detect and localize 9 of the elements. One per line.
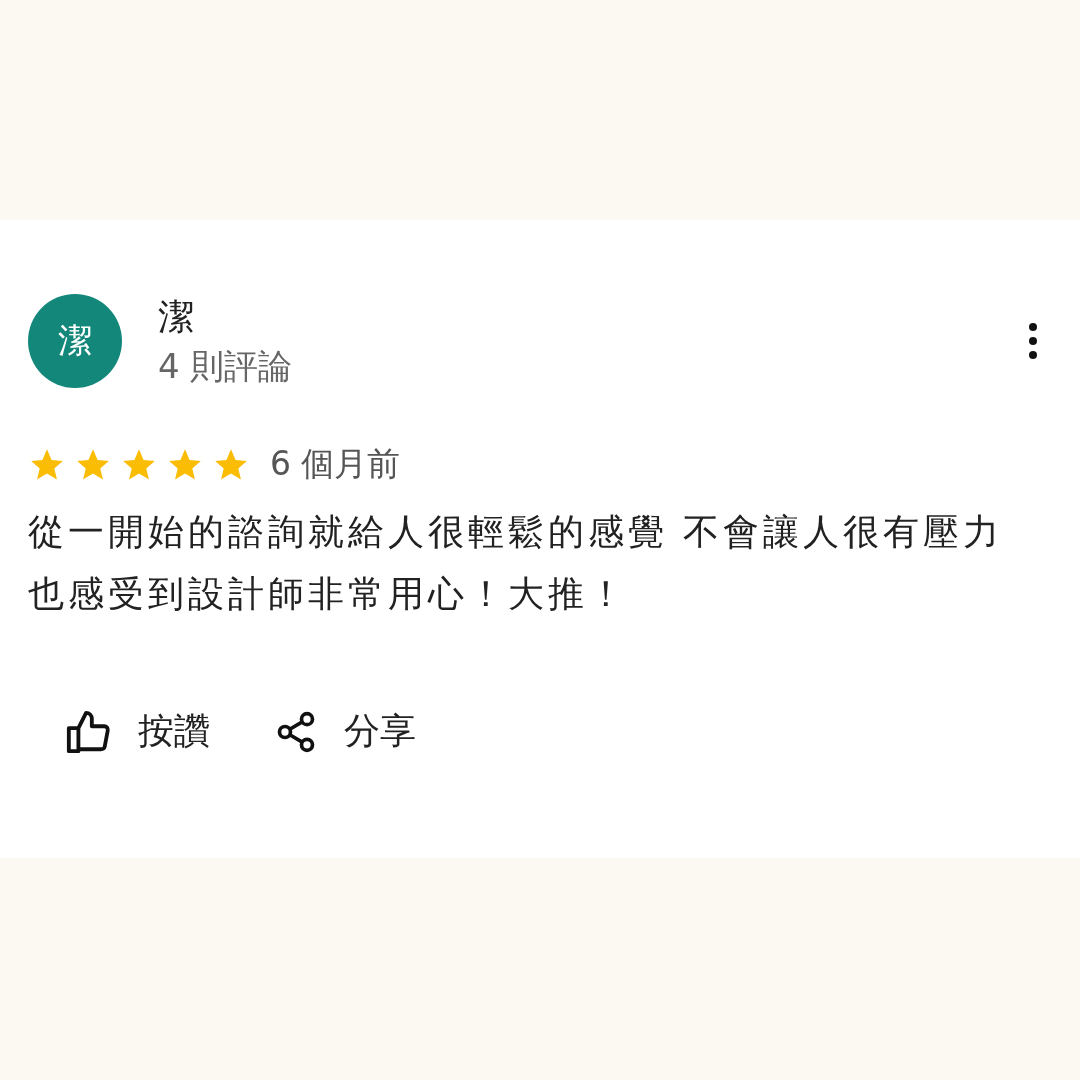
review-count: 4 則評論 bbox=[158, 345, 294, 388]
thumbs-up-icon bbox=[64, 708, 112, 755]
review-text: 從一開始的諮詢就給人很輕鬆的感覺 不會讓人很有壓力也感受到設計師非常用心！大推！ bbox=[28, 510, 1005, 616]
review-time: 6 個月前 bbox=[270, 443, 401, 485]
share-button[interactable]: 分享 bbox=[274, 707, 416, 756]
author-name[interactable]: 潔 bbox=[158, 294, 988, 340]
like-button[interactable]: 按讚 bbox=[64, 707, 210, 756]
more-vertical-icon bbox=[1028, 322, 1038, 360]
avatar: 潔 bbox=[28, 294, 122, 388]
